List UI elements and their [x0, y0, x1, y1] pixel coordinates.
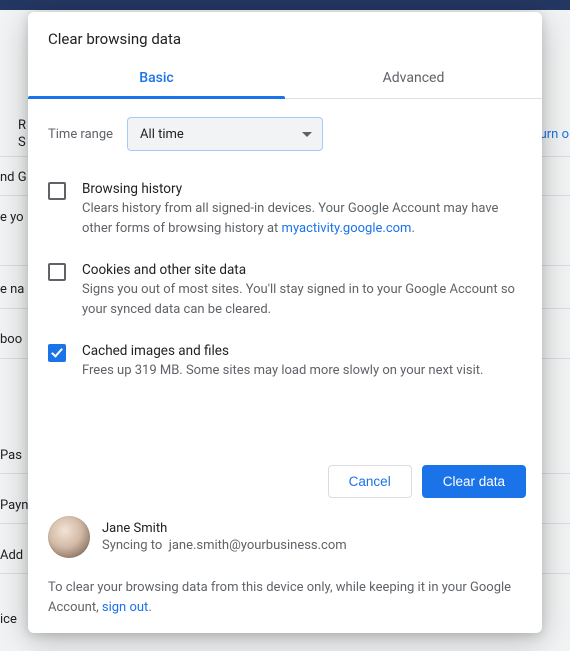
header-bar — [0, 0, 570, 10]
time-range-select[interactable]: All time — [127, 117, 323, 151]
bg-text: S — [18, 135, 26, 150]
user-row: Jane Smith Syncing to jane.smith@yourbus… — [28, 512, 542, 562]
option-description: Frees up 319 MB. Some sites may load mor… — [82, 361, 522, 381]
tab-bar: Basic Advanced — [28, 58, 542, 99]
chevron-down-icon — [302, 132, 312, 137]
bg-text: boo — [0, 332, 22, 347]
bg-text: e na — [0, 282, 24, 297]
option-title: Cookies and other site data — [82, 262, 522, 278]
myactivity-link[interactable]: myactivity.google.com — [282, 221, 412, 236]
option-description: Signs you out of most sites. You'll stay… — [82, 280, 522, 319]
sign-out-link[interactable]: sign out — [102, 600, 148, 615]
clear-data-button[interactable]: Clear data — [422, 465, 526, 498]
option-cookies: Cookies and other site data Signs you ou… — [48, 250, 522, 331]
dialog-buttons: Cancel Clear data — [28, 453, 542, 512]
bg-text: Payn — [0, 498, 28, 513]
option-browsing-history: Browsing history Clears history from all… — [48, 169, 522, 250]
checkbox-cached[interactable] — [48, 344, 66, 362]
clear-browsing-data-dialog: Clear browsing data Basic Advanced Time … — [28, 12, 542, 633]
user-name: Jane Smith — [102, 521, 347, 536]
tab-basic[interactable]: Basic — [28, 58, 285, 98]
avatar — [48, 516, 90, 558]
bg-text: nd G — [0, 170, 27, 185]
time-range-label: Time range — [48, 127, 113, 142]
bg-text: R — [18, 118, 26, 133]
checkbox-browsing-history[interactable] — [48, 182, 66, 200]
option-title: Cached images and files — [82, 343, 522, 359]
dialog-title: Clear browsing data — [28, 12, 542, 58]
user-sync-status: Syncing to jane.smith@yourbusiness.com — [102, 538, 347, 553]
option-title: Browsing history — [82, 181, 522, 197]
tab-advanced[interactable]: Advanced — [285, 58, 542, 98]
time-range-value: All time — [140, 127, 184, 142]
bg-text: ice — [0, 612, 17, 627]
bg-text: e yo — [0, 210, 24, 225]
checkbox-cookies[interactable] — [48, 263, 66, 281]
option-cached: Cached images and files Frees up 319 MB.… — [48, 331, 522, 393]
bg-text: Add — [0, 548, 23, 563]
cancel-button[interactable]: Cancel — [328, 465, 412, 498]
bg-text: Pas — [0, 448, 22, 463]
footer-text: To clear your browsing data from this de… — [28, 562, 542, 633]
option-description: Clears history from all signed-in device… — [82, 199, 522, 238]
